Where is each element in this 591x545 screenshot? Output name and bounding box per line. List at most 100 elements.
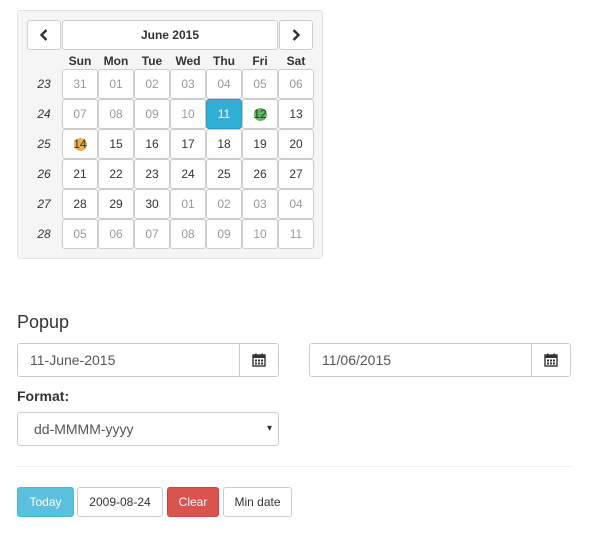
weekday-header: Sun [68,54,92,68]
format-select[interactable]: dd-MMMM-yyyy ▾ [17,412,279,446]
month-title-button[interactable]: June 2015 [62,20,278,50]
open-calendar-button-1[interactable] [239,343,279,377]
format-selected-value: dd-MMMM-yyyy [34,421,134,437]
week-number: 25 [37,137,51,151]
day-cell[interactable]: 09 [206,219,242,249]
date-input-group-2: 11/06/2015 [309,343,571,377]
day-label: 26 [253,167,267,181]
day-label: 08 [181,227,195,241]
divider [17,466,573,467]
day-label: 18 [217,137,231,151]
day-label: 25 [217,167,231,181]
day-cell[interactable]: 20 [278,129,314,159]
day-cell[interactable]: 22 [98,159,134,189]
day-cell[interactable]: 16 [134,129,170,159]
day-cell[interactable]: 05 [62,219,98,249]
day-cell[interactable]: 02 [206,189,242,219]
day-cell[interactable]: 18 [206,129,242,159]
set-date-button[interactable]: 2009-08-24 [77,487,163,517]
caret-down-icon: ▾ [266,423,272,434]
day-cell[interactable]: 27 [278,159,314,189]
day-cell[interactable]: 26 [242,159,278,189]
open-calendar-button-2[interactable] [531,343,571,377]
day-cell[interactable]: 07 [134,219,170,249]
day-cell[interactable]: 31 [62,69,98,99]
date-input-1[interactable]: 11-June-2015 [17,343,239,377]
previous-month-button[interactable] [27,20,61,50]
today-button[interactable]: Today [17,487,74,517]
day-label: 29 [109,197,123,211]
day-label: 24 [181,167,195,181]
day-label: 03 [181,77,195,91]
day-cell[interactable]: 14 [62,129,98,159]
day-label: 09 [217,227,231,241]
day-cell[interactable]: 23 [134,159,170,189]
day-cell[interactable]: 09 [134,99,170,129]
day-cell[interactable]: 03 [242,189,278,219]
day-cell[interactable]: 04 [278,189,314,219]
day-cell[interactable]: 13 [278,99,314,129]
day-cell[interactable]: 29 [98,189,134,219]
day-cell[interactable]: 07 [62,99,98,129]
day-label: 27 [289,167,303,181]
day-label: 07 [145,227,159,241]
day-cell[interactable]: 04 [206,69,242,99]
day-cell[interactable]: 10 [242,219,278,249]
day-label: 14 [73,137,87,151]
day-label: 20 [289,137,303,151]
day-label: 03 [253,197,267,211]
day-label: 06 [289,77,303,91]
day-cell[interactable]: 30 [134,189,170,219]
day-label: 01 [109,77,123,91]
day-cell[interactable]: 15 [98,129,134,159]
day-cell-selected[interactable]: 11 [206,99,242,129]
day-label: 11 [217,107,231,121]
chevron-right-icon [292,29,301,41]
day-label: 05 [73,227,87,241]
day-label: 22 [109,167,123,181]
date-input-2[interactable]: 11/06/2015 [309,343,531,377]
clear-button[interactable]: Clear [167,487,219,517]
day-cell[interactable]: 01 [170,189,206,219]
day-label: 07 [73,107,87,121]
day-label: 19 [253,137,267,151]
day-cell[interactable]: 06 [98,219,134,249]
day-label: 05 [253,77,267,91]
min-date-button[interactable]: Min date [223,487,292,517]
day-label: 17 [181,137,195,151]
day-cell[interactable]: 21 [62,159,98,189]
day-cell[interactable]: 10 [170,99,206,129]
day-cell[interactable]: 19 [242,129,278,159]
day-label: 06 [109,227,123,241]
day-cell[interactable]: 28 [62,189,98,219]
next-month-button[interactable] [279,20,313,50]
chevron-left-icon [39,29,48,41]
day-cell[interactable]: 11 [278,219,314,249]
day-label: 02 [145,77,159,91]
day-cell[interactable]: 12 [242,99,278,129]
day-cell[interactable]: 02 [134,69,170,99]
day-cell[interactable]: 08 [98,99,134,129]
day-label: 04 [289,197,303,211]
day-cell[interactable]: 06 [278,69,314,99]
day-label: 12 [253,107,267,121]
week-number: 28 [37,227,51,241]
day-cell[interactable]: 05 [242,69,278,99]
day-label: 04 [217,77,231,91]
day-cell[interactable]: 24 [170,159,206,189]
day-cell[interactable]: 17 [170,129,206,159]
day-label: 21 [73,167,87,181]
weekday-header: Tue [141,54,163,68]
day-label: 10 [181,107,195,121]
date-input-group-1: 11-June-2015 [17,343,279,377]
day-cell[interactable]: 03 [170,69,206,99]
day-cell[interactable]: 25 [206,159,242,189]
day-label: 11 [289,227,303,241]
weekday-header: Mon [103,54,129,68]
day-label: 15 [109,137,123,151]
day-label: 10 [253,227,267,241]
weekday-header: Thu [213,54,235,68]
day-cell[interactable]: 08 [170,219,206,249]
week-number: 23 [37,77,51,91]
day-cell[interactable]: 01 [98,69,134,99]
